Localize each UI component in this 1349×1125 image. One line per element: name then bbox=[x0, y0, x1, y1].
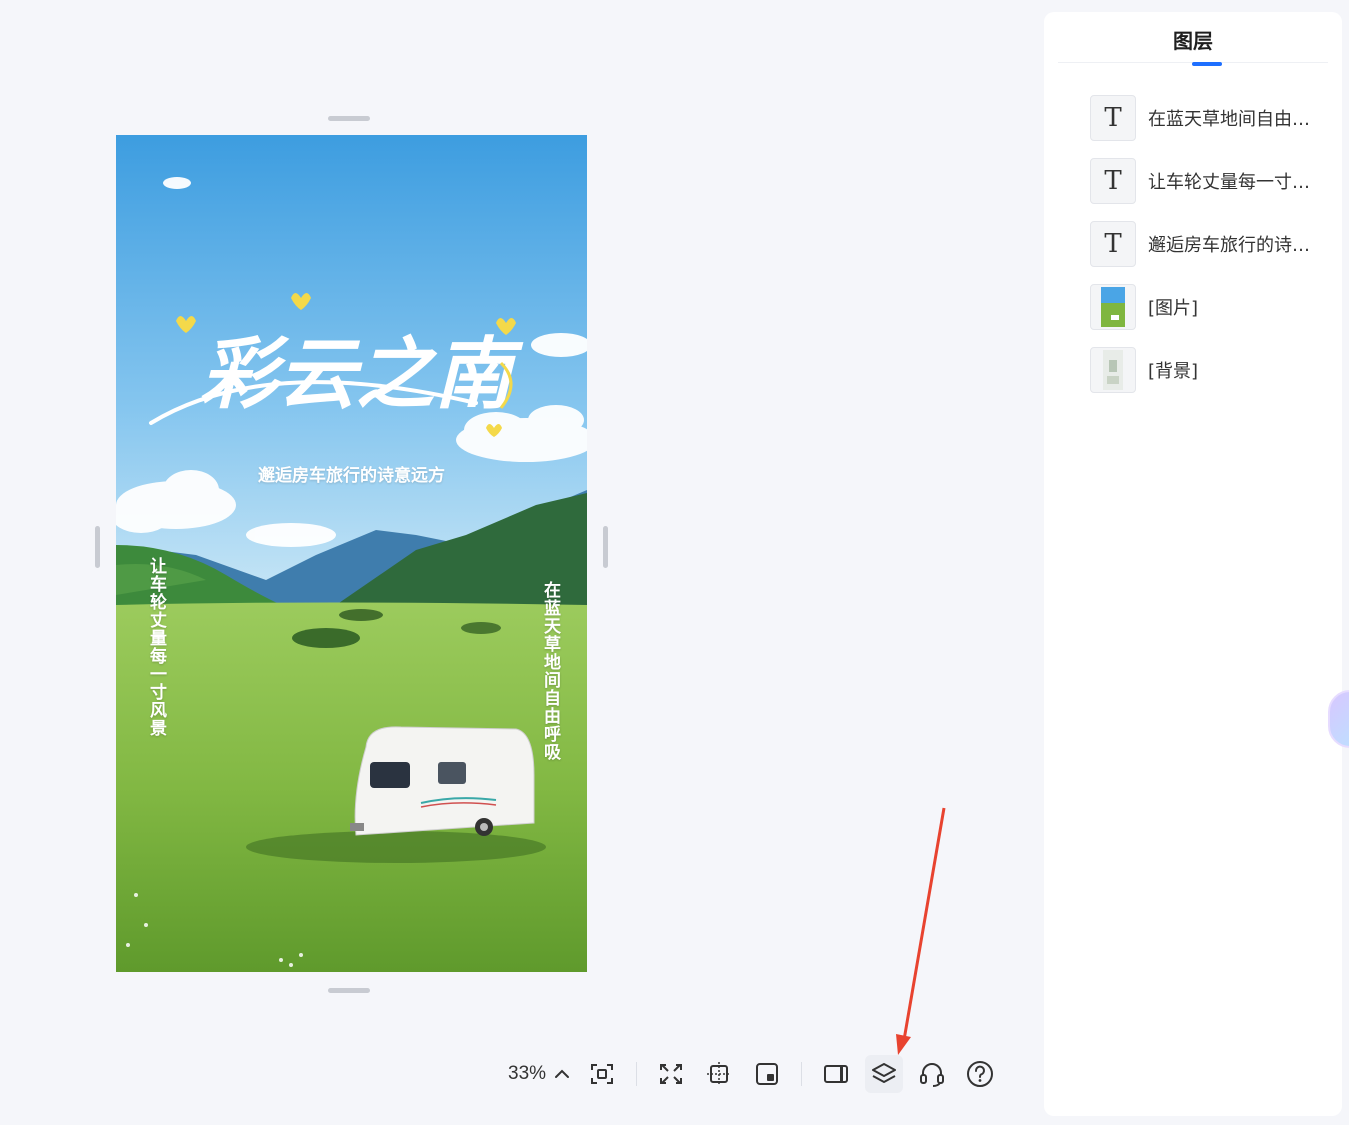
image-layer-thumbnail bbox=[1090, 283, 1136, 330]
poster-background-image bbox=[116, 135, 587, 972]
text-layer-icon: T bbox=[1090, 157, 1136, 204]
panel-header: 图层 bbox=[1058, 12, 1328, 66]
layer-item[interactable]: [图片] bbox=[1044, 275, 1342, 338]
help-button[interactable] bbox=[961, 1055, 999, 1093]
layer-label: [图片] bbox=[1148, 297, 1199, 319]
poster-canvas[interactable]: 彩云之南 邂逅房车旅行的诗意远方 让车轮丈量每一寸风景 在蓝天草地间自由呼吸 bbox=[116, 135, 587, 972]
zoom-control[interactable]: 33% bbox=[500, 1063, 578, 1085]
layers-button[interactable] bbox=[865, 1055, 904, 1093]
support-button[interactable] bbox=[913, 1055, 951, 1093]
layers-icon bbox=[872, 1063, 897, 1083]
minimap-button[interactable] bbox=[748, 1055, 786, 1093]
help-icon bbox=[967, 1061, 994, 1087]
resize-handle-left[interactable] bbox=[95, 526, 100, 568]
tab-active-indicator bbox=[1192, 62, 1222, 66]
layer-item[interactable]: [背景] bbox=[1044, 338, 1342, 401]
layer-label: 在蓝天草地间自由… bbox=[1148, 108, 1310, 130]
layer-item[interactable]: T 在蓝天草地间自由… bbox=[1044, 86, 1342, 149]
fullscreen-icon bbox=[660, 1064, 683, 1084]
layer-label: 让车轮丈量每一寸… bbox=[1148, 171, 1310, 193]
editor-workspace: 彩云之南 邂逅房车旅行的诗意远方 让车轮丈量每一寸风景 在蓝天草地间自由呼吸 3… bbox=[0, 0, 1040, 1125]
panel-toggle-button[interactable] bbox=[817, 1055, 855, 1093]
zoom-value: 33% bbox=[508, 1063, 547, 1084]
resize-handle-right[interactable] bbox=[603, 526, 608, 568]
layer-label: [背景] bbox=[1148, 360, 1199, 382]
support-headset-icon bbox=[920, 1063, 945, 1087]
layer-label: 邂逅房车旅行的诗… bbox=[1148, 234, 1310, 256]
fullscreen-button[interactable] bbox=[652, 1055, 690, 1093]
fit-screen-button[interactable] bbox=[583, 1055, 621, 1093]
resize-handle-bottom[interactable] bbox=[328, 988, 370, 993]
chevron-up-icon bbox=[555, 1069, 570, 1078]
panel-title[interactable]: 图层 bbox=[1173, 25, 1213, 54]
poster-right-vertical-text[interactable]: 在蓝天草地间自由呼吸 bbox=[538, 581, 563, 761]
guides-icon bbox=[707, 1062, 732, 1086]
layer-item[interactable]: T 让车轮丈量每一寸… bbox=[1044, 149, 1342, 212]
guides-button[interactable] bbox=[700, 1055, 738, 1093]
toolbar-divider bbox=[636, 1062, 638, 1086]
poster-subtitle[interactable]: 邂逅房车旅行的诗意远方 bbox=[116, 461, 587, 486]
toolbar-divider bbox=[801, 1062, 803, 1086]
poster-left-vertical-text[interactable]: 让车轮丈量每一寸风景 bbox=[144, 557, 169, 737]
title-calligraphy: 彩云之南 bbox=[149, 293, 524, 437]
panel-toggle-icon bbox=[824, 1065, 849, 1083]
layers-panel: 图层 T 在蓝天草地间自由… T 让车轮丈量每一寸… T 邂逅房车旅行的诗… [… bbox=[1044, 12, 1342, 1116]
svg-text:彩云之南: 彩云之南 bbox=[200, 329, 524, 420]
fit-screen-icon bbox=[591, 1064, 614, 1084]
background-layer-thumbnail bbox=[1090, 346, 1136, 393]
text-layer-icon: T bbox=[1090, 220, 1136, 267]
rv-illustration bbox=[350, 726, 535, 836]
resize-handle-top[interactable] bbox=[328, 116, 370, 121]
minimap-icon bbox=[756, 1063, 779, 1085]
text-layer-icon: T bbox=[1090, 94, 1136, 141]
layer-item[interactable]: T 邂逅房车旅行的诗… bbox=[1044, 212, 1342, 275]
layer-list: T 在蓝天草地间自由… T 让车轮丈量每一寸… T 邂逅房车旅行的诗… [图片] bbox=[1044, 86, 1342, 401]
bottom-toolbar: 33% bbox=[500, 1052, 1004, 1096]
